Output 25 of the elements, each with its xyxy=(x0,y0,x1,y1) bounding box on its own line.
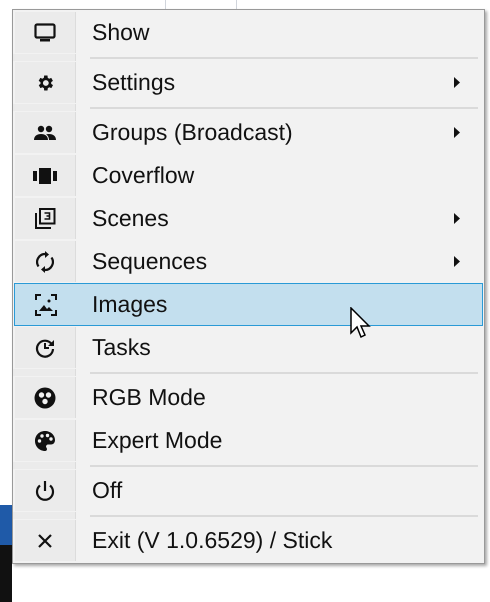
menu-item[interactable]: Images xyxy=(14,283,483,326)
close-icon xyxy=(37,532,53,548)
menu-item[interactable]: Exit (V 1.0.6529) / Stick xyxy=(14,519,483,562)
rgb-circles-icon xyxy=(34,386,56,408)
window-edge xyxy=(0,505,12,545)
clock-refresh-icon xyxy=(35,338,55,358)
menu-item[interactable]: Settings xyxy=(14,61,483,104)
menu-item[interactable]: Tasks xyxy=(14,326,483,369)
stacked-number-icon xyxy=(34,208,56,230)
menu-item[interactable]: Coverflow xyxy=(14,154,483,197)
menu-item[interactable]: RGB Mode xyxy=(14,376,483,419)
palette-icon xyxy=(34,430,56,452)
menu-item[interactable]: Show xyxy=(14,11,483,54)
monitor-icon xyxy=(34,22,56,42)
carousel-icon xyxy=(33,166,57,184)
menu-item[interactable]: Sequences xyxy=(14,240,483,283)
menu-item[interactable]: Scenes xyxy=(14,197,483,240)
menu-item[interactable]: Expert Mode xyxy=(14,419,483,462)
sync-icon xyxy=(36,250,54,272)
menu-item[interactable]: Groups (Broadcast) xyxy=(14,111,483,154)
menu-item[interactable]: Off xyxy=(14,469,483,512)
power-icon xyxy=(35,480,55,502)
people-icon xyxy=(33,124,57,140)
image-frame-icon xyxy=(34,294,56,316)
taskbar-edge xyxy=(0,545,12,602)
